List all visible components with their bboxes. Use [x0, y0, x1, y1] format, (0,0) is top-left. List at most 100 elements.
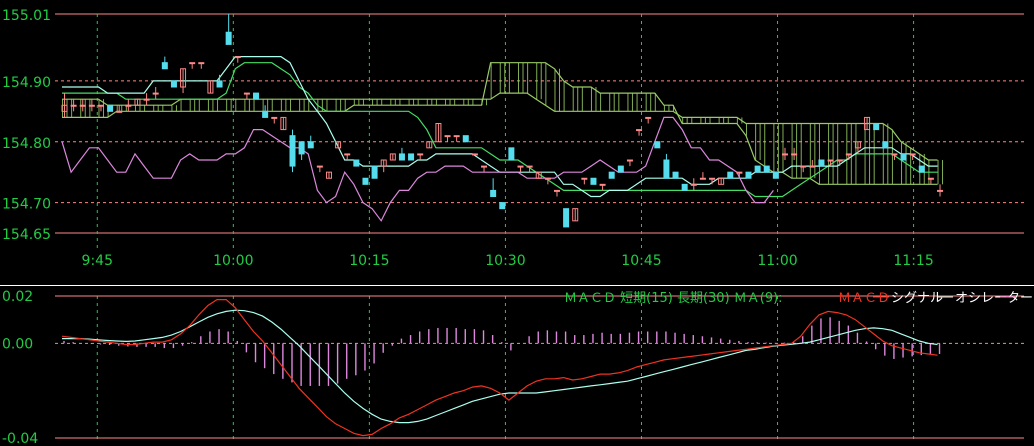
signal-line — [62, 309, 938, 424]
x-tick-label: 10:45 — [621, 253, 661, 269]
macd-legend: ＭＡＣＤ 短期(15) 長期(30) ＭＡ(9): ＭＡＣＤ シグナル オシレー… — [564, 291, 1033, 306]
candle-body — [845, 153, 852, 156]
y-tick-label: 155.01 — [2, 8, 51, 24]
candle-body — [471, 153, 478, 156]
candle-body — [590, 177, 597, 185]
candle-body — [481, 165, 488, 168]
candle-body — [608, 171, 615, 179]
candle-body — [617, 165, 624, 173]
macd-y-tick-label: 0.00 — [2, 336, 33, 352]
candle-body — [371, 165, 378, 179]
y-tick-label: 154.90 — [2, 75, 51, 91]
candle-body — [927, 177, 934, 180]
candle-body — [362, 177, 369, 185]
candle-body — [116, 110, 123, 113]
macd-y-tick-label: -0.04 — [2, 431, 38, 446]
candle-body — [70, 104, 77, 107]
candle-body — [873, 123, 880, 131]
candle-body — [444, 135, 451, 138]
candle-body — [891, 153, 898, 156]
candle-body — [143, 98, 150, 101]
candle-body — [243, 92, 250, 95]
candle-body — [170, 80, 177, 88]
candle-body — [271, 116, 278, 119]
candle-body — [654, 141, 661, 149]
chart-canvas: 155.01 154.90 154.80 154.70 154.65 9:45 10:00 1… — [0, 8, 1034, 446]
candle-body — [344, 153, 351, 156]
legend-oscillator: オシレーター — [955, 291, 1033, 306]
x-tick-label: 10:15 — [349, 253, 389, 269]
candle-body — [763, 165, 770, 173]
candle-body — [909, 153, 916, 156]
candle-body — [645, 116, 652, 119]
candle-body — [107, 104, 114, 112]
candle-body — [663, 159, 670, 179]
candle-body — [79, 104, 86, 107]
candle-body — [517, 165, 524, 168]
candle-body — [462, 135, 469, 143]
y-tick-label: 154.70 — [2, 197, 51, 213]
candle-body — [88, 104, 95, 107]
macd-legend-title: ＭＡＣＤ 短期(15) 長期(30) ＭＡ(9): — [564, 291, 783, 306]
candle-body — [809, 165, 816, 168]
candle-body — [398, 153, 405, 161]
x-tick-label: 11:15 — [893, 253, 933, 269]
candle-body — [499, 202, 506, 210]
candle-body — [791, 153, 798, 156]
macd-line — [61, 299, 938, 437]
candle-body — [900, 153, 907, 161]
candle-body — [636, 129, 643, 132]
candle-body — [526, 165, 533, 168]
candle-body — [161, 62, 168, 70]
legend-signal: シグナル — [891, 291, 943, 306]
candle-body — [709, 177, 716, 180]
candle-body — [316, 165, 323, 168]
candle-body — [225, 31, 232, 45]
x-tick-label: 10:00 — [213, 253, 253, 269]
candle-body — [745, 171, 752, 179]
x-tick-label: 9:45 — [82, 253, 113, 269]
senkou-span-a-line — [62, 92, 938, 161]
candle-body — [781, 153, 788, 156]
macd-panel: 0.02 0.00 -0.04 — [2, 289, 1024, 446]
price-panel: 155.01 154.90 154.80 154.70 154.65 9:45 10:00 1… — [2, 8, 1024, 269]
candle-body — [490, 189, 497, 198]
candle-body — [353, 159, 360, 167]
candle-body — [937, 189, 944, 192]
candle-body — [672, 171, 679, 179]
candle-body — [544, 177, 551, 180]
candle-body — [216, 80, 223, 88]
macd-y-tick-label: 0.02 — [2, 289, 33, 305]
candle-body — [298, 141, 305, 155]
x-tick-label: 10:30 — [485, 253, 525, 269]
candle-body — [97, 104, 104, 107]
candle-body — [800, 165, 807, 168]
candle-body — [563, 208, 570, 228]
candle-body — [599, 183, 606, 186]
candle-body — [836, 159, 843, 162]
y-tick-label: 154.65 — [2, 227, 51, 243]
candle-body — [234, 56, 241, 59]
candle-body — [882, 141, 889, 149]
candle-body — [253, 92, 260, 100]
candle-body — [918, 165, 925, 173]
candle-body — [772, 171, 779, 179]
candle-body — [827, 159, 834, 162]
candle-body — [198, 62, 205, 65]
candle-body — [262, 110, 269, 118]
candle-body — [152, 92, 159, 95]
candle-body — [307, 141, 314, 149]
candle-body — [626, 159, 633, 162]
candle-body — [581, 177, 588, 180]
candle-body — [453, 135, 460, 138]
candle-body — [681, 183, 688, 191]
tenkan-line — [62, 55, 938, 198]
candle-body — [289, 135, 296, 167]
y-tick-label: 154.80 — [2, 136, 51, 152]
candle-body — [754, 165, 761, 173]
candle-body — [690, 183, 697, 186]
candle-body — [189, 62, 196, 65]
legend-macd: ＭＡＣＤ — [838, 291, 890, 306]
kijun-line — [62, 62, 938, 198]
candle-body — [125, 104, 132, 107]
